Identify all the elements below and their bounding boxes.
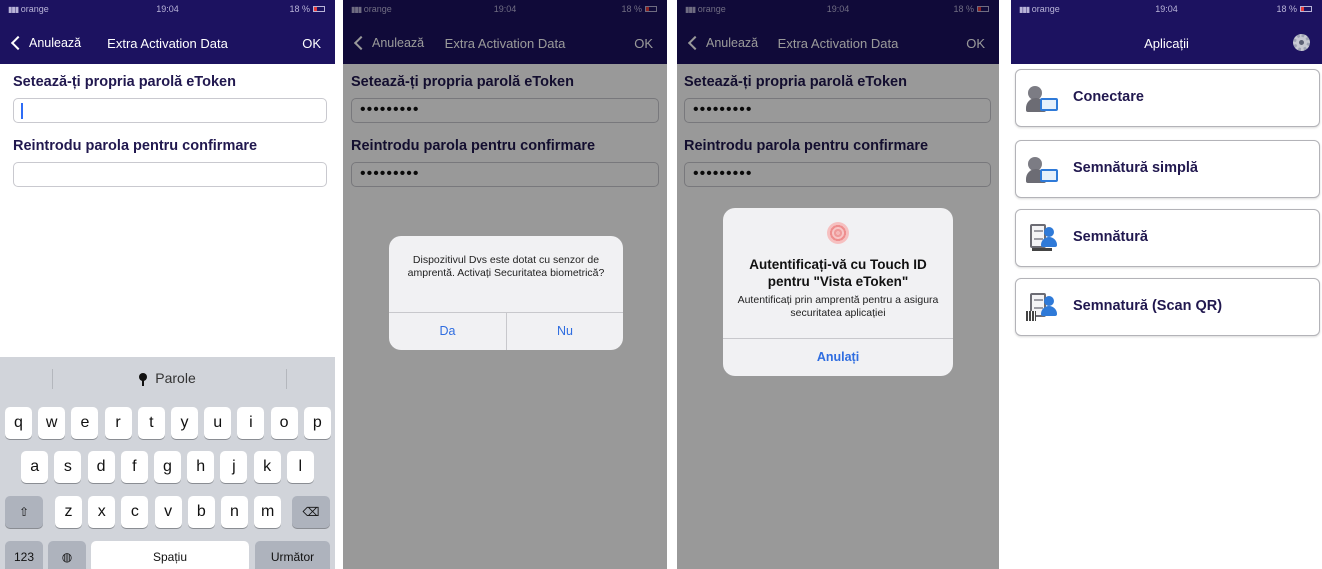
app-item-conectare[interactable]: Conectare xyxy=(1015,69,1320,127)
key-m[interactable]: m xyxy=(254,496,282,528)
biometric-alert: Dispozitivul Dvs este dotat cu senzor de… xyxy=(389,236,623,350)
key-d[interactable]: d xyxy=(87,451,115,483)
cancel-button[interactable]: Anulați xyxy=(723,350,953,364)
app-item-label: Semnătură simplă xyxy=(1073,160,1198,176)
status-time: 19:04 xyxy=(156,4,179,14)
battery-indicator: 18 % xyxy=(1276,4,1312,14)
key-w[interactable]: w xyxy=(38,407,66,439)
app-item-semnatura-scan-qr[interactable]: Semnatură (Scan QR) xyxy=(1015,278,1320,336)
key-f[interactable]: f xyxy=(120,451,148,483)
gear-icon[interactable] xyxy=(1293,34,1310,51)
navigation-bar: ▮▮▮ orange 19:04 18 % Aplicații xyxy=(1011,0,1322,64)
globe-icon[interactable]: ◍ xyxy=(48,541,86,569)
key-k[interactable]: k xyxy=(253,451,281,483)
key-h[interactable]: h xyxy=(187,451,215,483)
app-item-label: Semnătură xyxy=(1073,229,1148,245)
space-key[interactable]: Spațiu xyxy=(91,541,249,569)
battery-indicator: 18 % xyxy=(289,4,325,14)
page-title: Extra Activation Data xyxy=(107,36,228,51)
touchid-alert: Autentificați-vă cu Touch ID pentru "Vis… xyxy=(723,208,953,376)
key-b[interactable]: b xyxy=(187,496,215,528)
yes-button[interactable]: Da xyxy=(389,324,506,338)
alert-message: Autentificați prin amprentă pentru a asi… xyxy=(737,294,939,319)
password-field[interactable] xyxy=(13,98,327,123)
status-bar: ▮▮▮ orange 19:04 18 % xyxy=(1011,0,1322,20)
alert-title: Autentificați-vă cu Touch ID pentru "Vis… xyxy=(749,257,927,289)
key-j[interactable]: j xyxy=(220,451,248,483)
shift-key[interactable]: ⇧ xyxy=(5,496,43,528)
person-card-icon xyxy=(1026,153,1062,187)
key-g[interactable]: g xyxy=(154,451,181,483)
status-bar: ▮▮▮ orange 19:04 18 % xyxy=(0,0,335,20)
text-cursor xyxy=(21,103,23,119)
no-button[interactable]: Nu xyxy=(507,324,623,338)
confirm-password-field[interactable] xyxy=(13,162,327,187)
qr-signature-icon xyxy=(1026,291,1062,325)
person-card-icon xyxy=(1026,82,1062,116)
key-r[interactable]: r xyxy=(104,407,132,439)
passwords-suggestion[interactable]: Parole xyxy=(0,370,335,386)
key-v[interactable]: v xyxy=(154,496,182,528)
screen-biometric-prompt: ▮▮▮ orange 19:04 18 % Anulează Extra Act… xyxy=(343,0,667,569)
key-x[interactable]: x xyxy=(88,496,116,528)
key-y[interactable]: y xyxy=(171,407,198,439)
key-c[interactable]: c xyxy=(121,496,149,528)
app-item-label: Conectare xyxy=(1073,89,1144,105)
onscreen-keyboard: Parole q w e r t y u i o p a s d f g h j k l z x c v b n m ⇧ ⌫ 123 ◍ S… xyxy=(0,357,335,569)
next-key[interactable]: Următor xyxy=(255,541,330,569)
key-o[interactable]: o xyxy=(270,407,298,439)
key-l[interactable]: l xyxy=(286,451,314,483)
app-item-semnatura[interactable]: Semnătură xyxy=(1015,209,1320,267)
status-time: 19:04 xyxy=(1155,4,1178,14)
confirm-password-label: Reintrodu parola pentru confirmare xyxy=(13,138,258,154)
key-n[interactable]: n xyxy=(221,496,248,528)
document-signature-icon xyxy=(1026,222,1062,256)
keyboard-suggestion-bar: Parole xyxy=(0,357,335,399)
screen-applications: ▮▮▮ orange 19:04 18 % Aplicații Conectar… xyxy=(1011,0,1322,569)
app-item-semnatura-simpla[interactable]: Semnătură simplă xyxy=(1015,140,1320,198)
key-q[interactable]: q xyxy=(5,407,32,439)
key-icon xyxy=(139,373,148,386)
numbers-key[interactable]: 123 xyxy=(5,541,43,569)
app-item-label: Semnatură (Scan QR) xyxy=(1073,298,1223,314)
screen-touchid-prompt: ▮▮▮ orange 19:04 18 % Anulează Extra Act… xyxy=(677,0,999,569)
password-label: Setează-ți propria parolă eToken xyxy=(13,74,236,90)
ok-button[interactable]: OK xyxy=(302,36,321,51)
key-z[interactable]: z xyxy=(55,496,82,528)
key-s[interactable]: s xyxy=(54,451,82,483)
screen-password-entry: ▮▮▮ orange 19:04 18 % Anulează Extra Act… xyxy=(0,0,335,569)
alert-message: Dispozitivul Dvs este dotat cu senzor de… xyxy=(407,254,605,279)
fingerprint-icon xyxy=(827,222,849,244)
page-title: Aplicații xyxy=(1144,36,1189,51)
navigation-bar: ▮▮▮ orange 19:04 18 % Anulează Extra Act… xyxy=(0,0,335,64)
key-t[interactable]: t xyxy=(137,407,165,439)
backspace-key[interactable]: ⌫ xyxy=(292,496,330,528)
key-p[interactable]: p xyxy=(303,407,331,439)
battery-icon xyxy=(1300,6,1312,12)
key-i[interactable]: i xyxy=(237,407,265,439)
key-e[interactable]: e xyxy=(71,407,99,439)
key-a[interactable]: a xyxy=(21,451,49,483)
divider xyxy=(723,338,953,339)
battery-icon xyxy=(313,6,325,12)
key-u[interactable]: u xyxy=(204,407,232,439)
